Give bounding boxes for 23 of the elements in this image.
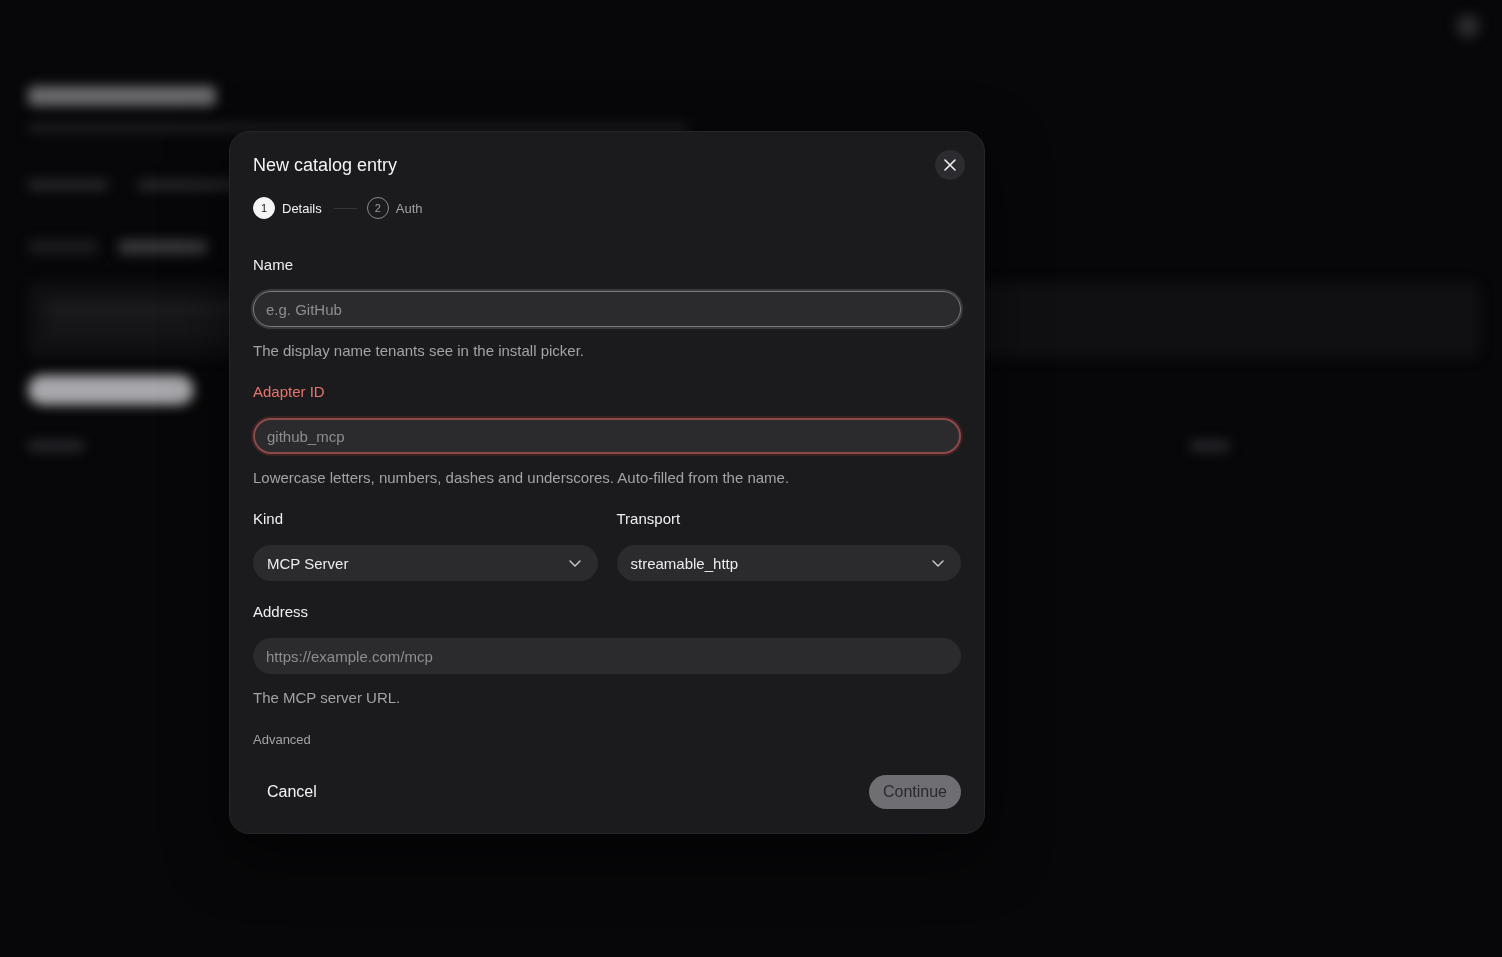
text-field[interactable]: github_mcp <box>253 418 961 454</box>
text-field[interactable]: https://example.com/mcp <box>253 638 961 674</box>
field-label: Address <box>253 602 310 622</box>
dialog-title: New catalog entry <box>253 154 398 177</box>
cancel-button[interactable]: Cancel <box>253 775 331 809</box>
field-label: Adapter ID <box>253 382 326 402</box>
select-field[interactable]: MCP Server <box>253 545 598 581</box>
chevron-down-icon <box>932 559 944 567</box>
advanced-toggle[interactable]: Advanced <box>253 732 311 748</box>
chevron-down-icon <box>568 559 581 567</box>
step-label: Auth <box>395 200 423 216</box>
select-field[interactable]: streamable_http <box>616 545 961 581</box>
field-hint: The display name tenants see in the install picker. <box>253 341 586 361</box>
step-number: 1 <box>253 197 275 219</box>
field-hint: Lowercase letters, numbers, dashes and underscores. Auto-filled from the name. <box>253 468 791 488</box>
text-field[interactable]: e.g. GitHub <box>253 291 961 327</box>
step-label: Details <box>282 200 322 216</box>
close-button[interactable] <box>935 150 965 180</box>
field-hint: The MCP server URL. <box>253 688 402 708</box>
close-icon <box>944 159 956 171</box>
field-label: Kind <box>253 509 285 529</box>
field-label: Transport <box>616 509 682 529</box>
field-label: Name <box>253 255 294 275</box>
